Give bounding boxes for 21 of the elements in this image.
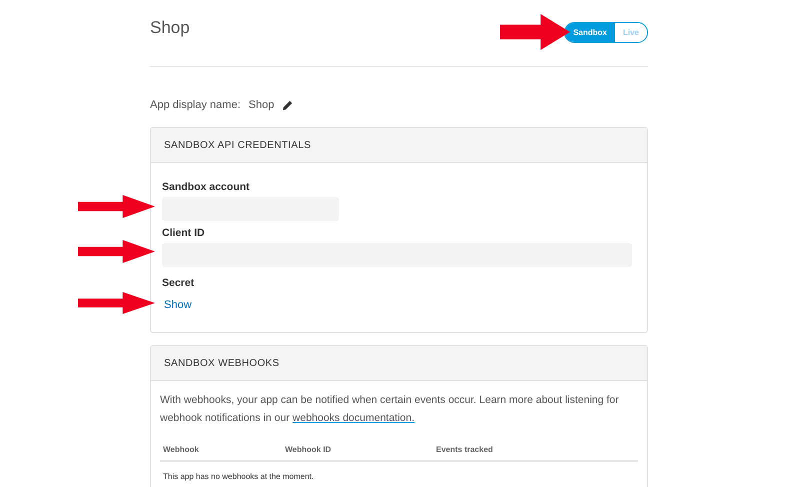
field-label: Secret bbox=[162, 277, 196, 289]
arrow-icon bbox=[78, 195, 155, 218]
column-header: Webhook bbox=[163, 445, 200, 454]
app-name-value: Shop bbox=[248, 99, 274, 111]
empty-message: This app has no webhooks at the moment. bbox=[162, 471, 315, 483]
card-header: SANDBOX WEBHOOKS bbox=[151, 346, 647, 381]
app-name-label: App display name: bbox=[150, 99, 240, 111]
arrow-icon bbox=[500, 14, 570, 50]
pencil-icon[interactable] bbox=[282, 100, 294, 110]
arrow-icon bbox=[78, 240, 155, 263]
column-header: Events tracked bbox=[436, 445, 494, 454]
environment-toggle[interactable]: Sandbox bbox=[565, 23, 615, 42]
field-label: Client ID bbox=[162, 227, 206, 239]
documentation-link[interactable]: webhooks documentation. bbox=[292, 412, 415, 424]
webhooks-description: With webhooks, your app can be notified when certain events occur. Learn more about listening for webhook notifications in our webhooks documentation. bbox=[159, 393, 620, 426]
page-title: Shop bbox=[150, 18, 190, 38]
column-header: Webhook ID bbox=[285, 445, 332, 454]
card-header: SANDBOX API CREDENTIALS bbox=[151, 128, 647, 163]
arrow-icon bbox=[78, 292, 155, 314]
show-link[interactable]: Show bbox=[164, 299, 192, 311]
field-label: Sandbox account bbox=[162, 181, 251, 193]
